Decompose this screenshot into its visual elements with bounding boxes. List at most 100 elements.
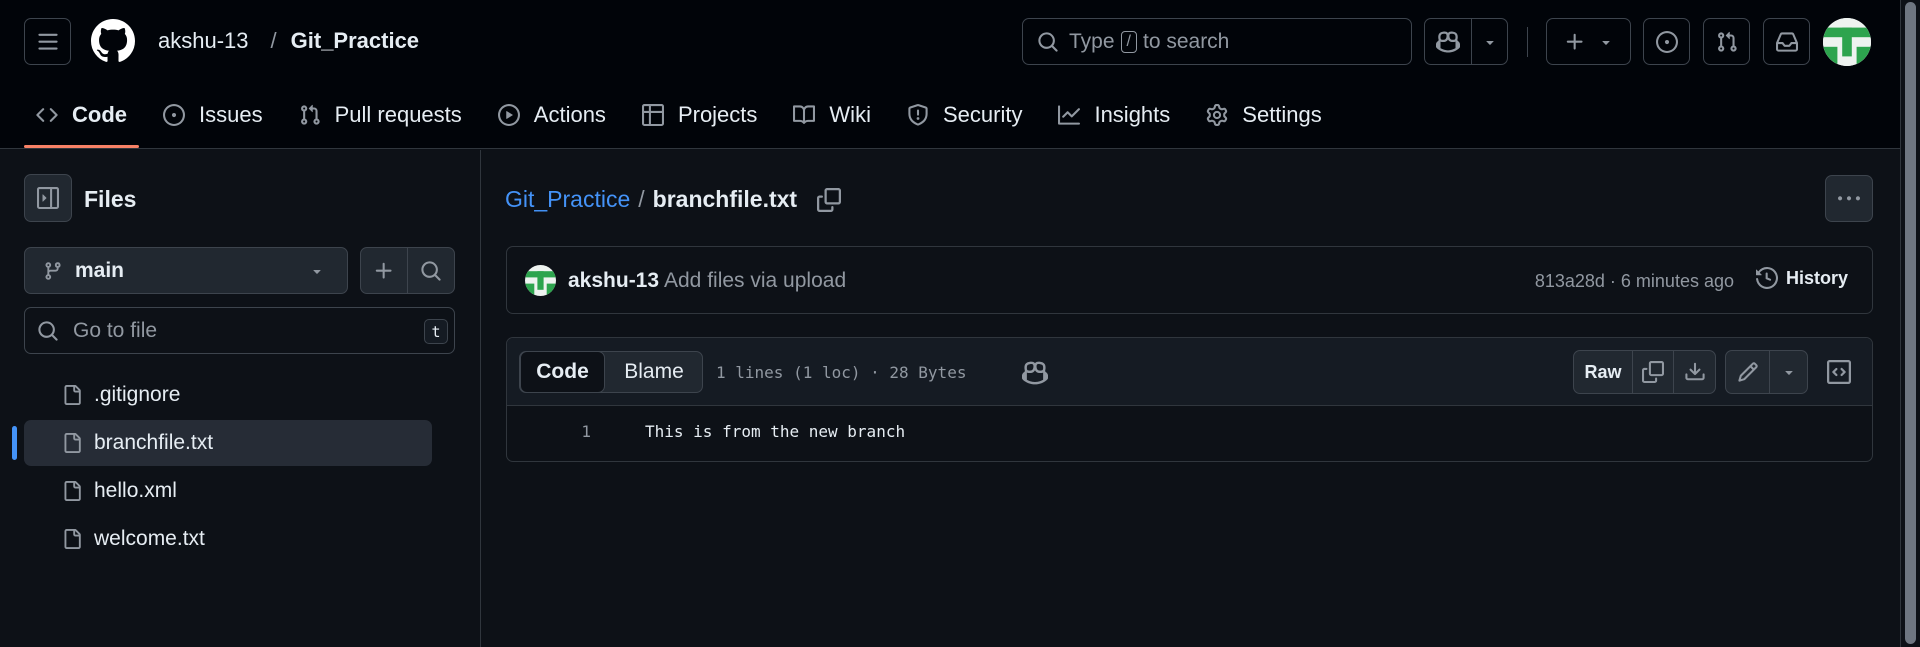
menu-button[interactable] bbox=[24, 18, 71, 65]
tab-wiki[interactable]: Wiki bbox=[781, 92, 883, 138]
view-toggle: Code Blame bbox=[519, 351, 703, 393]
history-button[interactable]: History bbox=[1755, 267, 1848, 289]
tab-actions[interactable]: Actions bbox=[486, 92, 618, 138]
blame-view-tab[interactable]: Blame bbox=[606, 352, 702, 392]
issue-icon bbox=[1655, 30, 1678, 53]
raw-label: Raw bbox=[1584, 361, 1622, 382]
page-scrollbar[interactable] bbox=[1900, 0, 1920, 647]
commit-sha-time[interactable]: 813a28d · 6 minutes ago bbox=[1535, 271, 1734, 292]
history-label: History bbox=[1785, 267, 1848, 288]
identicon-icon bbox=[1823, 18, 1871, 66]
branch-selector[interactable]: main bbox=[24, 247, 348, 294]
breadcrumb-separator: / bbox=[638, 186, 645, 212]
issues-shortcut-button[interactable] bbox=[1643, 18, 1690, 65]
tab-code-label: Code bbox=[72, 102, 127, 127]
collapse-sidebar-button[interactable] bbox=[24, 174, 72, 222]
file-item-gitignore[interactable]: .gitignore bbox=[24, 372, 432, 418]
header-divider bbox=[1527, 27, 1528, 57]
tab-issues[interactable]: Issues bbox=[151, 92, 275, 138]
add-file-button[interactable] bbox=[360, 247, 408, 294]
copilot-menu-button[interactable] bbox=[1471, 18, 1508, 65]
file-stats: 1 lines (1 loc) · 28 Bytes bbox=[716, 363, 967, 382]
tab-actions-label: Actions bbox=[533, 102, 606, 127]
branch-name: main bbox=[75, 258, 125, 282]
repo-link[interactable]: Git_Practice bbox=[291, 28, 419, 54]
tab-pull-requests-label: Pull requests bbox=[334, 102, 462, 127]
search-icon bbox=[1038, 31, 1058, 52]
author-avatar[interactable] bbox=[525, 265, 556, 296]
file-viewer: Code Blame 1 lines (1 loc) · 28 Bytes Ra… bbox=[506, 337, 1873, 462]
search-placeholder-prefix: Type bbox=[1069, 29, 1115, 53]
go-to-file-input[interactable]: Go to file t bbox=[24, 307, 455, 354]
tab-code[interactable]: Code bbox=[24, 92, 139, 148]
breadcrumb-separator: / bbox=[270, 28, 277, 53]
tab-security-label: Security bbox=[942, 102, 1023, 127]
inbox-icon bbox=[1775, 31, 1798, 52]
more-options-button[interactable] bbox=[1825, 175, 1873, 222]
raw-button[interactable]: Raw bbox=[1573, 350, 1633, 394]
search-input[interactable]: Type / to search bbox=[1022, 18, 1412, 65]
edit-file-button[interactable] bbox=[1725, 350, 1770, 394]
line-content: This is from the new branch bbox=[645, 422, 906, 441]
file-item-branchfile[interactable]: branchfile.txt bbox=[24, 420, 432, 466]
file-icon bbox=[64, 529, 81, 549]
file-item-welcome[interactable]: welcome.txt bbox=[24, 516, 432, 562]
file-toolbar: Code Blame 1 lines (1 loc) · 28 Bytes Ra… bbox=[507, 338, 1872, 406]
tab-projects-label: Projects bbox=[677, 102, 758, 127]
owner-link[interactable]: akshu-13 bbox=[158, 28, 249, 54]
file-item-label: hello.xml bbox=[94, 479, 177, 502]
file-breadcrumb: Git_Practice / branchfile.txt bbox=[505, 186, 842, 213]
tab-pull-requests[interactable]: Pull requests bbox=[287, 92, 474, 138]
repo-nav: Code Issues Pull requests Actions Projec… bbox=[24, 92, 1346, 148]
book-icon bbox=[793, 105, 816, 124]
gear-icon bbox=[1207, 104, 1228, 126]
tab-settings[interactable]: Settings bbox=[1194, 92, 1334, 138]
scrollbar-thumb[interactable] bbox=[1905, 2, 1916, 644]
copilot-icon bbox=[1436, 30, 1460, 53]
shield-icon bbox=[908, 104, 928, 126]
github-logo[interactable] bbox=[91, 19, 135, 63]
file-item-label: .gitignore bbox=[94, 383, 181, 406]
copy-icon bbox=[817, 187, 842, 212]
create-new-button[interactable] bbox=[1546, 18, 1631, 65]
blame-view-label: Blame bbox=[624, 360, 684, 383]
symbols-panel-button[interactable] bbox=[1827, 360, 1851, 384]
copilot-ask-button[interactable] bbox=[1022, 360, 1048, 386]
tab-projects[interactable]: Projects bbox=[630, 92, 769, 138]
triangle-down-icon bbox=[1784, 371, 1793, 375]
sidebar-collapse-icon bbox=[37, 187, 59, 209]
download-button[interactable] bbox=[1673, 350, 1716, 394]
user-avatar[interactable] bbox=[1823, 18, 1871, 66]
search-files-button[interactable] bbox=[407, 247, 455, 294]
issue-icon bbox=[163, 104, 185, 126]
sidebar-title: Files bbox=[84, 186, 137, 212]
code-square-icon bbox=[1827, 360, 1851, 384]
commit-author[interactable]: akshu-13 bbox=[568, 269, 659, 293]
line-number[interactable]: 1 bbox=[507, 422, 591, 441]
copilot-button[interactable] bbox=[1424, 18, 1472, 65]
tab-settings-label: Settings bbox=[1242, 102, 1322, 127]
tab-insights[interactable]: Insights bbox=[1046, 92, 1182, 138]
file-icon bbox=[64, 385, 81, 405]
edit-options-button[interactable] bbox=[1769, 350, 1808, 394]
search-icon bbox=[421, 260, 441, 281]
tab-security[interactable]: Security bbox=[895, 92, 1034, 138]
code-view-label: Code bbox=[536, 360, 589, 383]
copy-path-button[interactable] bbox=[817, 187, 842, 212]
copy-icon bbox=[1642, 361, 1664, 383]
github-mark-icon bbox=[91, 19, 135, 62]
graph-icon bbox=[1058, 105, 1081, 125]
file-item-hello-xml[interactable]: hello.xml bbox=[24, 468, 432, 514]
triangle-down-icon bbox=[313, 269, 321, 274]
plus-icon bbox=[375, 262, 392, 279]
inbox-button[interactable] bbox=[1763, 18, 1810, 65]
tab-issues-label: Issues bbox=[199, 102, 263, 127]
pull-requests-shortcut-button[interactable] bbox=[1703, 18, 1750, 65]
history-icon bbox=[1755, 267, 1778, 289]
code-view-tab[interactable]: Code bbox=[520, 351, 605, 393]
identicon-icon bbox=[525, 265, 556, 296]
breadcrumb-repo-link[interactable]: Git_Practice bbox=[505, 186, 630, 213]
triangle-down-icon bbox=[1601, 40, 1610, 45]
commit-message[interactable]: Add files via upload bbox=[664, 269, 846, 293]
copy-raw-button[interactable] bbox=[1632, 350, 1674, 394]
